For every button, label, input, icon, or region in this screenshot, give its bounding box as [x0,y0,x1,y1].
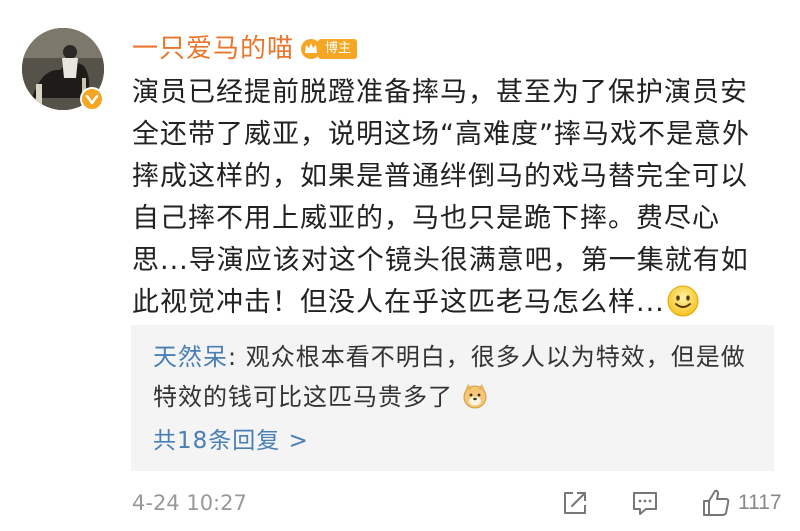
doge-icon [463,384,487,409]
comment-content: 演员已经提前脱蹬准备摔马，甚至为了保护演员安全还带了威亚，说明这场“高难度”摔马… [132,77,750,318]
share-icon [564,492,586,514]
blogger-badge-label: 博主 [318,39,358,59]
reply-preview[interactable]: 天然呆: 观众根本看不明白，很多人以为特效，但是做特效的钱可比这匹马贵多了 共1… [131,325,774,471]
comment-text: 演员已经提前脱蹬准备摔马，甚至为了保护演员安全还带了威亚，说明这场“高难度”摔马… [132,72,772,324]
comment-timestamp: 4-24 10:27 [132,491,247,515]
share-button[interactable] [560,488,590,518]
reply-button[interactable] [630,488,660,518]
view-replies-link[interactable]: 共18条回复 > [153,425,309,457]
reply-separator: : [228,343,238,371]
thumbs-up-icon [703,489,730,516]
comment-actions: 1117 [560,486,782,520]
verified-icon [80,87,104,111]
comment-icon [633,492,657,515]
reply-author[interactable]: 天然呆 [153,343,228,371]
like-button[interactable]: 1117 [700,487,782,519]
reply-item: 天然呆: 观众根本看不明白，很多人以为特效，但是做特效的钱可比这匹马贵多了 [153,337,763,417]
like-count: 1117 [738,491,782,514]
reply-text: 观众根本看不明白，很多人以为特效，但是做特效的钱可比这匹马贵多了 [153,343,746,411]
blogger-badge: 博主 [300,37,358,61]
smile-icon [667,285,699,317]
username[interactable]: 一只爱马的喵 [132,32,294,66]
